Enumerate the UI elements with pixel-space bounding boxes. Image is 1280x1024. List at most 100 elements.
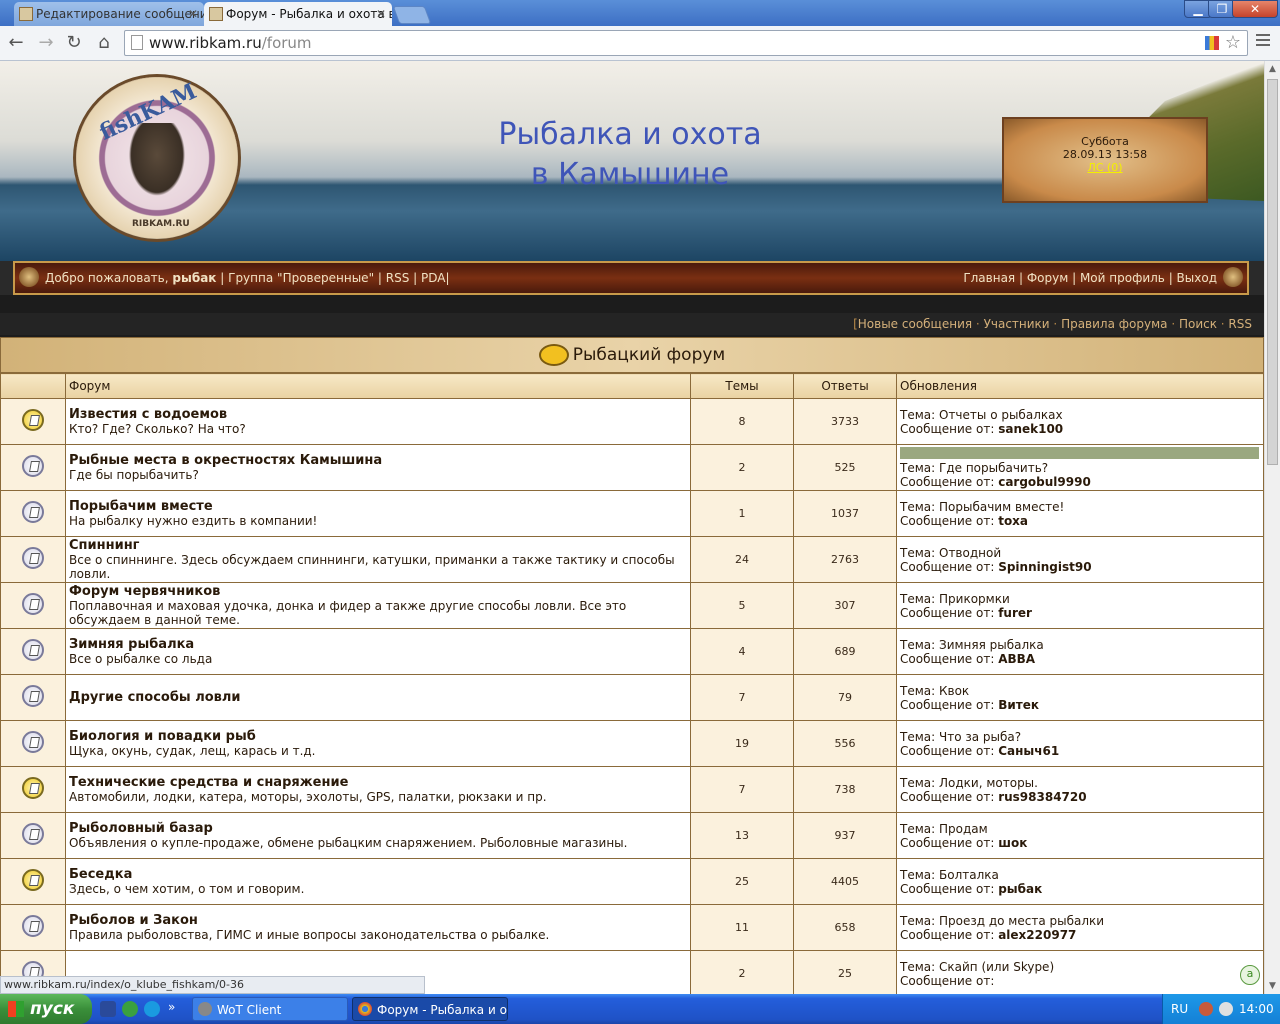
new-tab-button[interactable] [392,6,432,24]
scroll-down-icon[interactable]: ▼ [1265,978,1280,994]
address-bar[interactable]: www.ribkam.ru/forum ☆ [124,30,1248,56]
forum-row[interactable]: Порыбачим вместе На рыбалку нужно ездить … [0,490,1264,537]
forum-row[interactable]: Беседка Здесь, о чем хотим, о том и говор… [0,858,1264,905]
last-author-link[interactable]: Витек [998,698,1039,712]
last-author-link[interactable]: furer [998,606,1032,620]
forum-title-link[interactable]: Беседка [69,867,689,882]
start-button[interactable]: пуск [0,994,92,1024]
last-author-link[interactable]: cargobul9990 [998,475,1091,489]
address-url[interactable]: www.ribkam.ru/forum [149,31,312,55]
forum-section: Рыбацкий форум Форум Темы Ответы Обновле… [0,337,1264,994]
pda-link[interactable]: PDA [421,271,445,285]
last-topic-link[interactable]: Квок [939,684,969,698]
forum-row[interactable]: Известия с водоемов Кто? Где? Сколько? На… [0,398,1264,445]
close-tab-icon[interactable]: ✕ [188,2,198,26]
members-link[interactable]: Участники [984,317,1050,331]
last-topic-link[interactable]: Порыбачим вместе! [939,500,1064,514]
forum-title-link[interactable]: Рыбные места в окрестностях Камышина [69,453,689,468]
forum-row[interactable]: Форум червячников Поплавочная и маховая у… [0,582,1264,629]
forum-title-link[interactable]: Известия с водоемов [69,407,689,422]
topics-count: 2 [690,950,794,994]
last-author-link[interactable]: alex220977 [998,928,1076,942]
bookmark-star-icon[interactable]: ☆ [1225,32,1241,53]
last-topic-link[interactable]: Болталка [939,868,999,882]
forum-row[interactable]: Рыболовный базар Объявления о купле-прода… [0,812,1264,859]
utorrent-icon[interactable] [122,1001,138,1017]
scroll-up-icon[interactable]: ▲ [1265,61,1280,77]
last-author-link[interactable]: toxa [998,514,1028,528]
forum-status-cell [0,398,66,445]
adblock-icon[interactable]: a [1240,965,1260,985]
search-link[interactable]: Поиск [1179,317,1217,331]
last-topic-link[interactable]: Где порыбачить? [939,461,1048,475]
forum-title-link[interactable]: Порыбачим вместе [69,499,689,514]
tray-app-icon[interactable] [1199,1002,1213,1016]
rss-link[interactable]: RSS [386,271,410,285]
tab-forum[interactable]: Форум - Рыбалка и охота в ✕ [204,2,392,26]
last-topic-link[interactable]: Зимняя рыбалка [939,638,1044,652]
forum-title-link[interactable]: Другие способы ловли [69,690,689,705]
tab-edit-message[interactable]: Редактирование сообщени ✕ [14,2,204,26]
forum-row[interactable]: Спиннинг Все о спиннинге. Здесь обсуждаем… [0,536,1264,583]
forum-row[interactable]: Другие способы ловли 7 79 Тема: Квок Сообщен… [0,674,1264,721]
last-author-link[interactable]: Саныч61 [998,744,1059,758]
forum-row[interactable]: Зимняя рыбалка Все о рыбалке со льда 4 689 Т… [0,628,1264,675]
forum-row[interactable]: Технические средства и снаряжение Автомоб… [0,766,1264,813]
last-author-link[interactable]: рыбак [998,882,1042,896]
extension-icon[interactable] [1205,36,1219,50]
home-icon[interactable]: ⌂ [92,31,116,55]
nav-home[interactable]: Главная [963,271,1015,285]
nav-profile[interactable]: Мой профиль [1080,271,1165,285]
rules-link[interactable]: Правила форума [1061,317,1167,331]
last-author-link[interactable]: rus98384720 [998,790,1086,804]
site-logo[interactable]: fishKAM RIBKAM.RU [76,77,238,239]
last-author-link[interactable]: шок [998,836,1027,850]
last-topic-link[interactable]: Отводной [939,546,1001,560]
forward-arrow-icon[interactable]: → [34,31,58,55]
taskbar-chrome-forum[interactable]: Форум - Рыбалка и о... [352,997,508,1021]
forum-row[interactable]: Рыбные места в окрестностях Камышина Где … [0,444,1264,491]
reload-icon[interactable]: ↻ [62,31,86,55]
quicklaunch-more-icon[interactable]: » [168,1001,178,1017]
forum-title-link[interactable]: Спиннинг [69,538,689,553]
forum-title-link[interactable]: Зимняя рыбалка [69,637,689,652]
last-topic-link[interactable]: Прикормки [939,592,1010,606]
tray-network-icon[interactable] [1219,1002,1233,1016]
menu-icon[interactable] [1256,34,1270,49]
private-messages-link[interactable]: ЛС (0) [1004,161,1206,174]
updates-column-header: Обновления [896,373,1264,399]
language-indicator[interactable]: RU [1171,994,1188,1024]
nav-forum[interactable]: Форум [1027,271,1068,285]
last-topic-link[interactable]: Продам [939,822,988,836]
forum-rss-link[interactable]: RSS [1228,317,1252,331]
close-tab-icon[interactable]: ✕ [376,2,386,26]
last-author-link[interactable]: sanek100 [998,422,1063,436]
forum-title-link[interactable]: Форум червячников [69,584,689,599]
forum-title-link[interactable]: Биология и повадки рыб [69,729,689,744]
forum-row[interactable]: Рыболов и Закон Правила рыболовства, ГИМС… [0,904,1264,951]
last-author-link[interactable]: ABBA [998,652,1035,666]
last-topic-link[interactable]: Проезд до места рыбалки [939,914,1104,928]
forum-title-link[interactable]: Рыболовный базар [69,821,689,836]
scroll-thumb[interactable] [1267,79,1278,465]
username-link[interactable]: рыбак [172,271,216,285]
last-topic-link[interactable]: Что за рыба? [939,730,1021,744]
last-topic-link[interactable]: Отчеты о рыбалках [939,408,1063,422]
last-topic-link[interactable]: Скайп (или Skype) [939,960,1054,974]
skype-icon[interactable] [144,1001,160,1017]
page-scrollbar[interactable]: ▲ ▼ [1264,61,1280,994]
topics-count: 4 [690,628,794,675]
photoshop-icon[interactable] [100,1001,116,1017]
group-link[interactable]: Проверенные [283,271,369,285]
forum-status-cell [0,904,66,951]
new-posts-link[interactable]: Новые сообщения [858,317,972,331]
forum-title-link[interactable]: Рыболов и Закон [69,913,689,928]
close-window-button[interactable]: ✕ [1232,0,1278,18]
forum-title-link[interactable]: Технические средства и снаряжение [69,775,689,790]
nav-logout[interactable]: Выход [1177,271,1217,285]
last-topic-link[interactable]: Лодки, моторы. [939,776,1038,790]
forum-row[interactable]: Биология и повадки рыб Щука, окунь, судак… [0,720,1264,767]
last-author-link[interactable]: Spinningist90 [998,560,1091,574]
back-arrow-icon[interactable]: ← [4,31,28,55]
taskbar-wot-client[interactable]: WoT Client [192,997,348,1021]
